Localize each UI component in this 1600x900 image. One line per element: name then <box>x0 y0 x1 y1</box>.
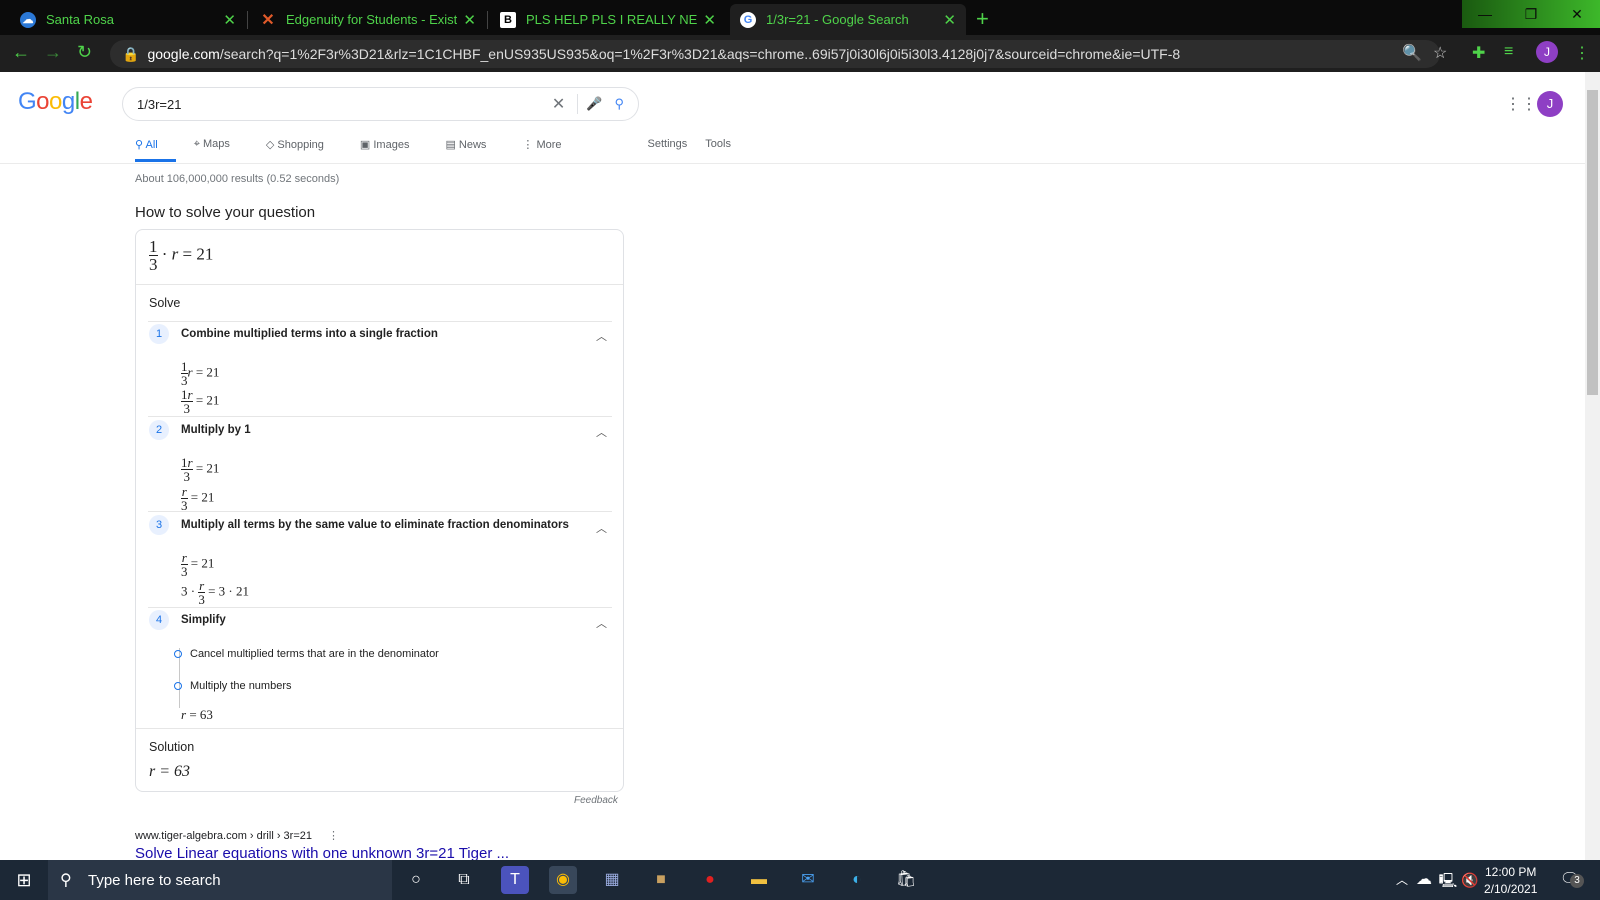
forward-icon[interactable]: → <box>44 42 62 63</box>
tab-bar: ☁ Santa Rosa ✕ ✕ Edgenuity for Students - E… <box>0 0 1600 35</box>
minecraft-icon[interactable]: ■ <box>647 866 675 894</box>
avatar[interactable]: J <box>1536 41 1558 63</box>
equation: 13 · r = 21 <box>149 237 214 274</box>
close-tab-icon[interactable]: ✕ <box>223 11 236 29</box>
search-input[interactable]: 1/3r=21 ✕ 🎤 ⚲ <box>122 87 639 121</box>
tab-images[interactable]: ▣ Images <box>360 138 428 162</box>
new-tab-button[interactable]: + <box>976 6 989 32</box>
chrome-icon[interactable]: ◉ <box>549 866 577 894</box>
minimize-button[interactable]: — <box>1462 0 1508 28</box>
solver-heading: How to solve your question <box>135 204 316 221</box>
media-icon[interactable]: ≡ <box>1504 43 1513 61</box>
result-breadcrumb: www.tiger-algebra.com › drill › 3r=21 ⋮ <box>135 830 339 842</box>
step-3[interactable]: 3 Multiply all terms by the same value to… <box>149 515 569 535</box>
scrollbar-thumb[interactable] <box>1587 90 1598 395</box>
url-field[interactable]: 🔒 google.com/search?q=1%2F3r%3D21&rlz=1C1… <box>110 40 1440 68</box>
solve-label: Solve <box>149 296 181 310</box>
menu-icon[interactable]: ⋮ <box>1574 43 1590 63</box>
step-2[interactable]: 2 Multiply by 1 <box>149 420 251 440</box>
tab-news[interactable]: ▤ News <box>445 138 504 162</box>
close-tab-icon[interactable]: ✕ <box>703 11 716 29</box>
tab-all[interactable]: ⚲ All <box>135 138 176 162</box>
chevron-up-icon[interactable]: ︿ <box>596 615 607 631</box>
lock-icon: 🔒 <box>122 45 140 62</box>
tab-google-search[interactable]: G 1/3r=21 - Google Search ✕ <box>730 4 966 35</box>
divider <box>487 11 488 29</box>
edge-cloud-icon: ☁ <box>20 11 36 28</box>
chevron-up-icon[interactable]: ︿ <box>596 424 607 440</box>
tab-santa-rosa[interactable]: ☁ Santa Rosa ✕ <box>10 4 246 35</box>
chevron-up-icon[interactable]: ︿ <box>596 328 607 344</box>
store-icon[interactable]: 🛍 <box>892 866 920 894</box>
mic-icon[interactable]: 🎤 <box>578 96 610 112</box>
edge-icon[interactable]: ◐ <box>843 866 871 894</box>
windows-start-icon[interactable]: ⊞ <box>10 866 38 894</box>
tools-link[interactable]: Tools <box>705 138 731 162</box>
clear-icon[interactable]: ✕ <box>540 94 579 114</box>
tab-maps[interactable]: ⌖ Maps <box>194 138 248 162</box>
avatar[interactable]: J <box>1537 91 1563 117</box>
back-icon[interactable]: ← <box>12 42 30 63</box>
restore-button[interactable]: ❐ <box>1508 0 1554 28</box>
cortana-icon[interactable]: ○ <box>402 866 430 894</box>
substep: Multiply the numbers <box>174 680 292 692</box>
file-explorer-icon[interactable]: ▬ <box>745 866 773 894</box>
chevron-up-icon[interactable]: ︿ <box>596 520 607 536</box>
reload-icon[interactable]: ↻ <box>77 42 92 63</box>
step-1[interactable]: 1 Combine multiplied terms into a single … <box>149 324 438 344</box>
window-controls: — ❐ ✕ <box>1462 0 1600 28</box>
search-icon: ⚲ <box>60 872 72 889</box>
result-stats: About 106,000,000 results (0.52 seconds) <box>135 173 340 185</box>
notifications-icon[interactable]: 🗨3 <box>1556 866 1584 894</box>
close-tab-icon[interactable]: ✕ <box>463 11 476 29</box>
clock[interactable]: 12:00 PM 2/10/2021 <box>1484 864 1537 898</box>
volume-muted-icon[interactable]: 🔇 <box>1456 866 1484 894</box>
task-view-icon[interactable]: ⧉ <box>450 866 478 894</box>
bookmark-star-icon[interactable]: ☆ <box>1433 43 1447 63</box>
step-4[interactable]: 4 Simplify <box>149 610 226 630</box>
tab-edgenuity[interactable]: ✕ Edgenuity for Students - Existing ✕ <box>250 4 486 35</box>
taskbar-search[interactable]: ⚲ Type here to search <box>48 860 392 900</box>
solution-label: Solution <box>149 740 195 754</box>
tab-brainly[interactable]: BPLS HELP PLS I REALLY NEED IT!!✕ <box>490 4 726 35</box>
google-logo[interactable]: Google <box>18 88 93 116</box>
tab-more[interactable]: ⋮ More <box>522 138 579 162</box>
divider <box>247 11 248 29</box>
substep: Cancel multiplied terms that are in the … <box>174 648 439 660</box>
math-solver-card: 13 · r = 21 Solve 1 Combine multiplied te… <box>135 229 624 792</box>
close-window-button[interactable]: ✕ <box>1554 0 1600 28</box>
search-icon[interactable]: ⚲ <box>610 96 638 112</box>
mail-icon[interactable]: ✉ <box>794 866 822 894</box>
teams-icon[interactable]: T <box>501 866 529 894</box>
calculator-icon[interactable]: ▦ <box>598 866 626 894</box>
zoom-icon[interactable]: 🔍 <box>1402 43 1422 63</box>
settings-link[interactable]: Settings <box>648 138 688 162</box>
brainly-icon: B <box>500 11 516 28</box>
among-us-icon[interactable]: ● <box>696 866 724 894</box>
more-options-icon[interactable]: ⋮ <box>328 830 339 842</box>
edgenuity-icon: ✕ <box>261 11 275 29</box>
extensions-icon[interactable]: ✚ <box>1472 43 1485 63</box>
search-tabs: ⚲ All ⌖ Maps ◇ Shopping ▣ Images ▤ News … <box>135 138 749 162</box>
tab-shopping[interactable]: ◇ Shopping <box>266 138 342 162</box>
divider <box>0 163 1585 164</box>
feedback-link[interactable]: Feedback <box>574 795 618 806</box>
google-icon: G <box>740 11 756 28</box>
solution-value: r = 63 <box>149 763 191 780</box>
close-tab-icon[interactable]: ✕ <box>943 11 956 29</box>
